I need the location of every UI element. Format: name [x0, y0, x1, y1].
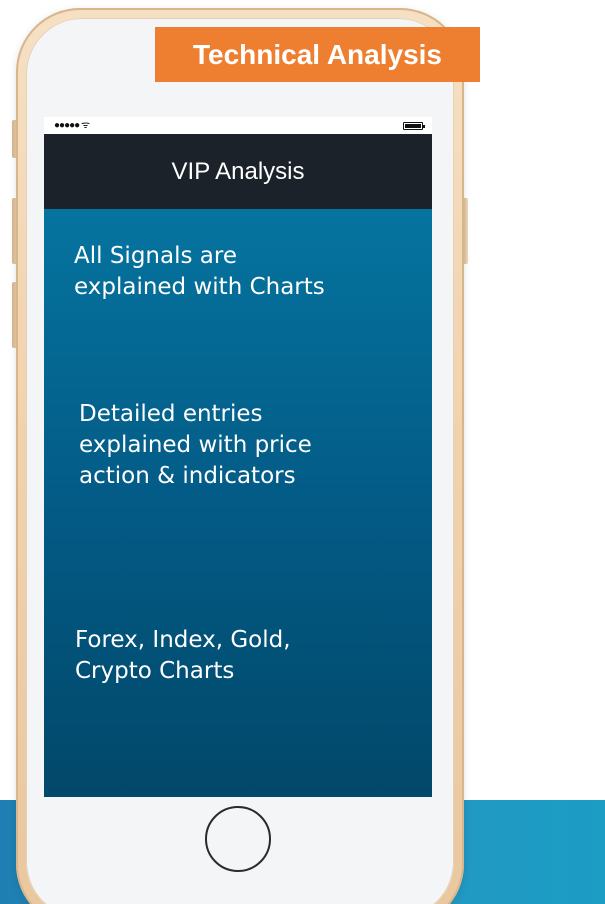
- feature-line: Detailed entries: [79, 401, 263, 427]
- feature-line: Forex, Index, Gold,: [75, 627, 291, 653]
- status-bar: ●●●●● ᯤ: [44, 117, 432, 134]
- battery-icon: [403, 122, 425, 130]
- feature-panel: All Signals are explained with Charts De…: [44, 209, 432, 797]
- feature-line: explained with Charts: [74, 274, 325, 300]
- feature-item-signals: All Signals are explained with Charts: [74, 241, 394, 303]
- page-title: VIP Analysis: [171, 158, 305, 185]
- feature-line: Crypto Charts: [75, 658, 235, 684]
- feature-item-markets: Forex, Index, Gold, Crypto Charts: [75, 625, 395, 687]
- feature-item-entries: Detailed entries explained with price ac…: [79, 399, 399, 492]
- promo-stage: ●●●●● ᯤ VIP Analysis All Signals are exp…: [0, 0, 605, 904]
- feature-line: explained with price: [79, 432, 312, 458]
- app-header: VIP Analysis: [44, 134, 432, 209]
- feature-line: action & indicators: [79, 463, 296, 489]
- signal-wifi-icon: ●●●●● ᯤ: [54, 120, 90, 131]
- home-button[interactable]: [205, 806, 271, 872]
- section-badge: Technical Analysis: [155, 27, 480, 82]
- phone-screen: ●●●●● ᯤ VIP Analysis All Signals are exp…: [44, 117, 432, 797]
- feature-line: All Signals are: [74, 243, 237, 269]
